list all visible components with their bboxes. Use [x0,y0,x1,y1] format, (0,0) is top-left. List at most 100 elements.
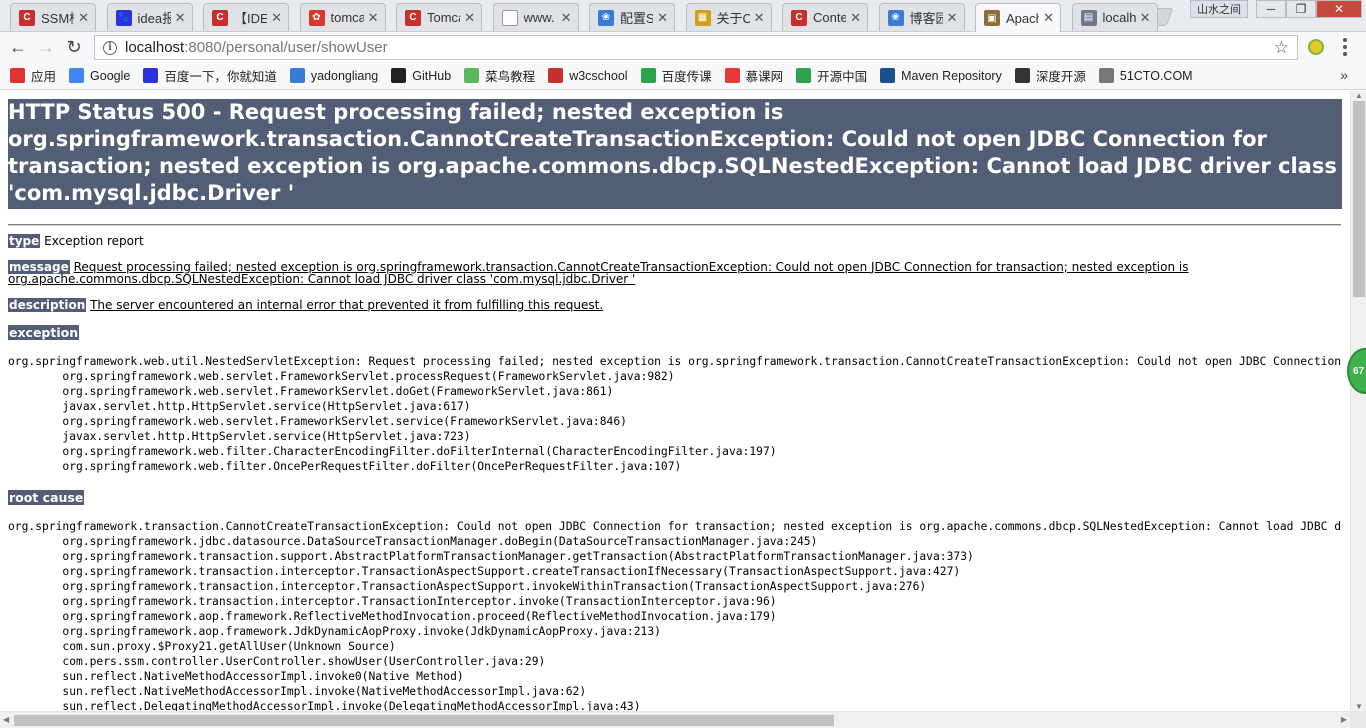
bookmark-favicon-icon [391,68,407,83]
bookmark-favicon-icon [796,68,812,83]
tab-label: 关于C [716,11,750,26]
bookmark-label: 深度开源 [1035,70,1086,84]
site-info-icon[interactable]: i [103,40,117,55]
bookmark-item[interactable]: 百度一下，你就知道 [143,66,277,85]
tab-label: 【IDEA [234,11,267,26]
scrollbar-corner [1350,711,1366,728]
address-bar[interactable]: i localhost:8080/personal/user/showUser … [94,35,1298,60]
tab-7[interactable]: ▦ 关于C ✕ [685,3,772,31]
horizontal-scroll-thumb[interactable] [14,715,834,726]
close-window-button[interactable]: ✕ [1316,0,1362,18]
message-row: message Request processing failed; neste… [8,259,1342,286]
scroll-right-icon[interactable]: ▶ [1341,715,1347,724]
bookmark-item[interactable]: 应用 [10,66,56,85]
tab-label: Tomcat [427,10,460,25]
type-label: type [8,234,41,248]
vertical-scrollbar[interactable]: ▲ ▼ [1350,91,1366,711]
bookmark-favicon-icon [10,68,25,83]
tab-favicon-icon: ❀ [887,9,904,26]
bookmark-label: 51CTO.COM [1119,68,1193,83]
bookmark-label: 开源中国 [817,70,868,84]
tab-8[interactable]: C Contex ✕ [782,3,868,31]
maximize-button[interactable]: ❐ [1286,0,1316,18]
tab-1[interactable]: 🐾 idea报 ✕ [106,3,193,31]
tab-close-icon[interactable]: ✕ [271,10,282,26]
tab-favicon-icon: ▣ [984,10,1000,26]
scroll-down-icon[interactable]: ▼ [1355,702,1363,711]
tab-close-icon[interactable]: ✕ [1140,10,1151,26]
minimize-button[interactable]: ─ [1256,0,1286,18]
page-title: HTTP Status 500 - Request processing fai… [8,99,1342,209]
bookmark-favicon-icon [724,68,740,83]
back-button[interactable]: ← [4,34,32,60]
bookmark-item[interactable]: 51CTO.COM [1098,68,1193,83]
tab-favicon-icon: C [19,9,35,26]
url-text[interactable]: localhost:8080/personal/user/showUser [125,39,1274,56]
tab-10[interactable]: ▣ Apache✕ [975,3,1061,32]
tab-favicon-icon: ✿ [308,9,325,26]
bookmarks-bar: 应用 Google 百度一下，你就知道 yadongliang GitHub 菜鸟教程 w3… [0,62,1366,90]
scroll-up-icon[interactable]: ▲ [1355,91,1363,100]
bookmark-item[interactable]: Maven Repository [880,68,1002,83]
tab-close-icon[interactable]: ✕ [657,10,668,26]
reload-button[interactable]: ↻ [60,34,88,60]
tab-11[interactable]: ▤ localh ✕ [1071,3,1158,31]
bookmark-item[interactable]: 百度传课 [640,66,712,85]
description-label: description [8,297,87,312]
bookmark-item[interactable]: Google [69,68,130,83]
tab-close-icon[interactable]: ✕ [368,10,379,26]
tab-label: Contex [813,10,846,25]
url-path: :8080/personal/user/showUser [184,39,388,56]
tab-0[interactable]: C SSM框架 ✕ [10,3,96,31]
bookmark-item[interactable]: GitHub [391,68,451,83]
exception-stack-trace: org.springframework.web.util.NestedServl… [8,355,1342,473]
tab-close-icon[interactable]: ✕ [754,10,765,26]
exception-label: exception [8,325,80,340]
bookmark-item[interactable]: w3cschool [548,68,628,83]
tab-strip: 山水之间 ─ ❐ ✕ C SSM框架 ✕ 🐾 idea报 ✕ C 【IDEA ✕ ✿ tomcat ✕… [0,0,1366,32]
scroll-left-icon[interactable]: ◀ [3,715,9,724]
bookmark-item[interactable]: 慕课网 [724,66,783,85]
tab-label: localh [1102,10,1136,25]
tab-close-icon[interactable]: ✕ [1043,10,1054,26]
tab-close-icon[interactable]: ✕ [78,10,89,26]
tab-label: Apache [1006,10,1039,26]
bookmark-label: 应用 [31,70,57,84]
message-value: Request processing failed; nested except… [8,259,1189,286]
forward-button[interactable]: → [32,34,60,60]
tab-favicon-icon: ▤ [1080,9,1097,26]
tab-favicon-icon: 🐾 [115,9,132,26]
bookmark-favicon-icon [69,68,85,83]
bookmark-item[interactable]: 深度开源 [1014,66,1086,85]
bookmark-favicon-icon [640,68,656,83]
tab-5[interactable]: www. ✕ [492,3,579,31]
bookmark-item[interactable]: 开源中国 [796,66,867,85]
profile-user-button[interactable]: 山水之间 [1190,0,1248,18]
tab-close-icon[interactable]: ✕ [561,10,572,26]
extension-icon[interactable] [1308,39,1324,55]
tab-3[interactable]: ✿ tomcat ✕ [299,3,386,31]
bookmark-favicon-icon [289,68,305,83]
tab-6[interactable]: ❀ 配置SSM ✕ [589,3,675,31]
tab-4[interactable]: C Tomcat ✕ [396,3,482,31]
bookmark-favicon-icon [1098,68,1114,83]
tab-2[interactable]: C 【IDEA ✕ [203,3,289,31]
tab-9[interactable]: ❀ 博客园 ✕ [878,3,965,31]
url-host: localhost [125,39,185,56]
tab-close-icon[interactable]: ✕ [947,10,958,26]
bookmark-star-icon[interactable]: ☆ [1274,38,1289,58]
bookmark-item[interactable]: yadongliang [289,68,378,83]
tab-label: www. [523,10,555,25]
tab-close-icon[interactable]: ✕ [175,10,186,26]
error-page: HTTP Status 500 - Request processing fai… [0,91,1350,711]
bookmark-label: Google [90,68,131,83]
tab-close-icon[interactable]: ✕ [850,10,861,26]
horizontal-scrollbar[interactable]: ◀ ▶ [0,711,1350,728]
browser-menu-icon[interactable] [1340,38,1350,56]
type-row: type Exception report [8,234,1342,248]
tab-close-icon[interactable]: ✕ [464,10,475,26]
vertical-scroll-thumb[interactable] [1353,101,1365,297]
bookmarks-overflow-icon[interactable]: » [1340,67,1348,83]
bookmark-label: Maven Repository [901,68,1002,83]
bookmark-item[interactable]: 菜鸟教程 [464,66,535,85]
